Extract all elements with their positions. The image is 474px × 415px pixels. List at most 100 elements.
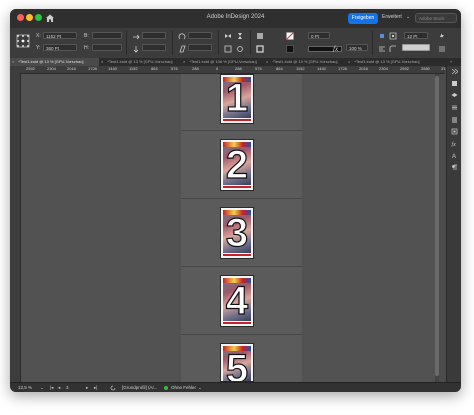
scrollbar-thumb[interactable] xyxy=(435,76,439,376)
paragraph-panel-icon[interactable] xyxy=(451,164,458,171)
object-style-selector[interactable] xyxy=(402,44,430,51)
scale-x-field[interactable] xyxy=(142,32,166,39)
page-number: 3 xyxy=(225,211,249,255)
height-field[interactable] xyxy=(92,44,122,51)
links-panel-icon[interactable] xyxy=(451,104,458,111)
corner-size-field[interactable]: 12 Pt xyxy=(404,32,428,39)
scale-y-field[interactable] xyxy=(142,44,166,51)
spread-divider xyxy=(181,266,302,267)
ruler-origin[interactable] xyxy=(10,66,20,73)
divider xyxy=(372,31,373,55)
ruler-tick-label: 1728 xyxy=(338,66,347,71)
workspace-switcher[interactable]: Erweitert xyxy=(382,14,402,20)
close-icon[interactable]: × xyxy=(266,59,268,64)
y-position-field[interactable]: 360 Pt xyxy=(43,44,77,51)
share-button[interactable]: Freigeben xyxy=(348,13,378,24)
y-label: Y: xyxy=(36,45,41,51)
ruler-tick-label: 288 xyxy=(235,66,242,71)
stroke-color-icon[interactable] xyxy=(286,45,294,53)
corner-options-icon[interactable] xyxy=(389,45,397,53)
panel-menu-icon[interactable] xyxy=(438,45,446,53)
horizontal-ruler[interactable]: 2592 2304 2016 1728 1440 1152 864 576 28… xyxy=(20,66,445,74)
ruler-tick-label: 2304 xyxy=(47,66,56,71)
close-icon[interactable]: × xyxy=(183,59,185,64)
swatches-panel-icon[interactable] xyxy=(451,128,458,135)
effects-icon[interactable]: fx xyxy=(332,44,340,52)
select-container-icon[interactable] xyxy=(224,45,232,53)
stroke-swatch-icon[interactable] xyxy=(256,45,264,53)
ruler-tick-label: 288 xyxy=(192,66,199,71)
wrap-around-icon[interactable] xyxy=(389,32,397,40)
effects-panel-icon[interactable]: fx xyxy=(451,140,458,147)
refresh-icon[interactable] xyxy=(110,385,116,391)
flip-vertical-icon[interactable] xyxy=(236,32,244,40)
transform-icon[interactable] xyxy=(256,32,264,40)
fill-swatch-icon[interactable] xyxy=(286,32,294,40)
page-thumbnail[interactable]: 1 xyxy=(220,74,254,124)
close-icon[interactable]: × xyxy=(12,59,14,64)
select-content-icon[interactable] xyxy=(236,45,244,53)
document-tab[interactable]: × *Test1.indd @ 13 % [GPU-Vorschau] xyxy=(10,58,99,66)
ruler-tick-label: 1152 xyxy=(296,66,305,71)
shear-field[interactable] xyxy=(188,44,212,51)
page-thumbnail[interactable]: 3 xyxy=(220,207,254,259)
quick-apply-icon[interactable] xyxy=(438,32,446,40)
previous-page-button[interactable]: ◂ xyxy=(58,385,60,391)
page-number: 1 xyxy=(225,76,249,120)
width-field[interactable] xyxy=(92,32,122,39)
document-tab[interactable]: × *Test1.indd @ 13 % [GPU-Vorschau] xyxy=(99,58,181,66)
stroke-panel-icon[interactable] xyxy=(451,116,458,123)
page-thumbnail[interactable]: 4 xyxy=(220,275,254,327)
last-page-button[interactable]: ▸| xyxy=(94,385,97,391)
chevron-down-icon[interactable]: ⌄ xyxy=(40,385,44,391)
spread-divider xyxy=(181,334,302,335)
page-field[interactable]: 3 xyxy=(66,385,69,390)
close-icon[interactable]: × xyxy=(348,59,350,64)
ruler-tick-label: 3168 xyxy=(441,66,445,71)
rotate-icon xyxy=(178,33,186,40)
master-page-selector[interactable]: [Grundprofil] (Ar... xyxy=(122,385,158,390)
document-canvas[interactable]: 1 2 3 4 5 xyxy=(21,74,435,382)
next-page-button[interactable]: ▸ xyxy=(86,385,88,391)
ruler-tick-label: 1440 xyxy=(317,66,326,71)
chevron-down-icon[interactable]: ⌄ xyxy=(198,385,202,391)
ruler-tick-label: 2016 xyxy=(359,66,368,71)
vertical-ruler[interactable] xyxy=(10,73,21,382)
preflight-status-icon xyxy=(164,386,168,390)
ruler-tick-label: 576 xyxy=(171,66,178,71)
tab-label: *Test1.indd @ 13 % [GPU-Vorschau] xyxy=(18,59,84,64)
stroke-weight-field[interactable]: 0 Pt xyxy=(308,32,330,39)
layers-panel-icon[interactable] xyxy=(451,92,458,99)
reference-point-icon[interactable] xyxy=(16,34,30,48)
flip-horizontal-icon[interactable] xyxy=(224,32,232,40)
pages-panel-icon[interactable] xyxy=(451,80,458,87)
more-tabs-chevron-icon[interactable]: » xyxy=(450,58,461,66)
document-tab[interactable]: × *Test1.indd @ 13 % [GPU-Vorschau] xyxy=(346,58,432,66)
ruler-tick-label: 2304 xyxy=(379,66,388,71)
first-page-button[interactable]: |◂ xyxy=(50,385,53,391)
preflight-status[interactable]: Ohne Fehler xyxy=(171,385,196,390)
document-tab[interactable]: × *Test1.indd @ 13 % [GPU-Vorschau] xyxy=(264,58,346,66)
close-icon[interactable]: × xyxy=(101,59,103,64)
character-panel-icon[interactable]: A xyxy=(451,152,458,159)
align-icon[interactable] xyxy=(378,45,386,53)
collapse-panels-icon[interactable] xyxy=(451,68,458,75)
rotation-field[interactable] xyxy=(188,32,212,39)
page-thumbnail[interactable]: 2 xyxy=(220,139,254,191)
scale-x-icon xyxy=(133,34,140,40)
chevron-down-icon[interactable]: ⌄ xyxy=(406,14,410,20)
ruler-tick-label: 864 xyxy=(151,66,158,71)
text-wrap-icon[interactable] xyxy=(378,32,386,40)
x-position-field[interactable]: 1152 Pt xyxy=(43,32,77,39)
document-tab[interactable]: × *Test1.indd @ 108 % [GPU-Vorschau] xyxy=(181,58,264,66)
ruler-tick-label: 1440 xyxy=(108,66,117,71)
zoom-level[interactable]: 12,5 % xyxy=(18,385,32,390)
ruler-tick-label: 864 xyxy=(276,66,283,71)
vertical-scrollbar[interactable] xyxy=(435,74,439,382)
divider xyxy=(126,31,127,55)
page-thumbnail[interactable]: 5 xyxy=(220,343,254,382)
adobe-stock-search-input[interactable]: Adobe Stock xyxy=(415,13,457,23)
opacity-field[interactable]: 100 % xyxy=(346,44,368,51)
page-number: 5 xyxy=(225,347,249,382)
tab-label: *Test1.indd @ 108 % [GPU-Vorschau] xyxy=(189,59,257,64)
